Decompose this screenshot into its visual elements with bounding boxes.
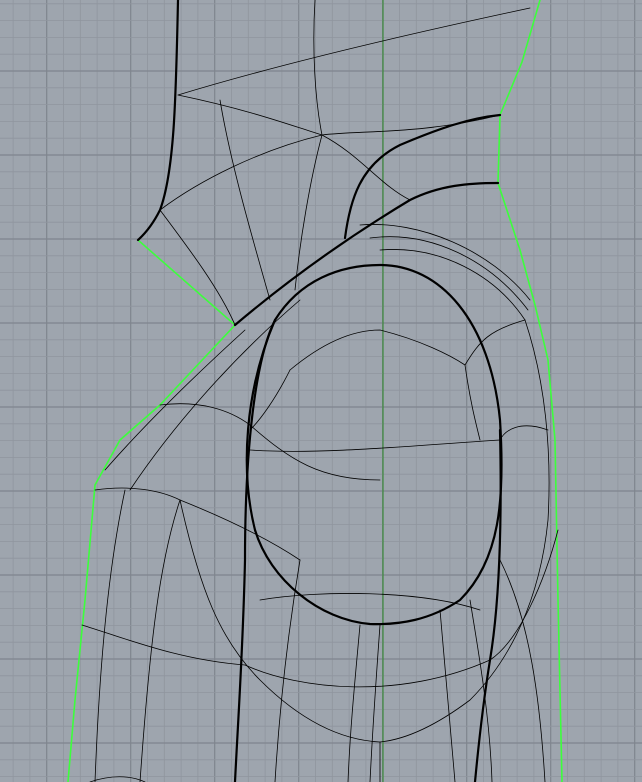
rhino-viewport[interactable] bbox=[0, 0, 642, 782]
wireframe-model[interactable] bbox=[0, 0, 642, 782]
heavy-curves bbox=[136, 0, 503, 782]
